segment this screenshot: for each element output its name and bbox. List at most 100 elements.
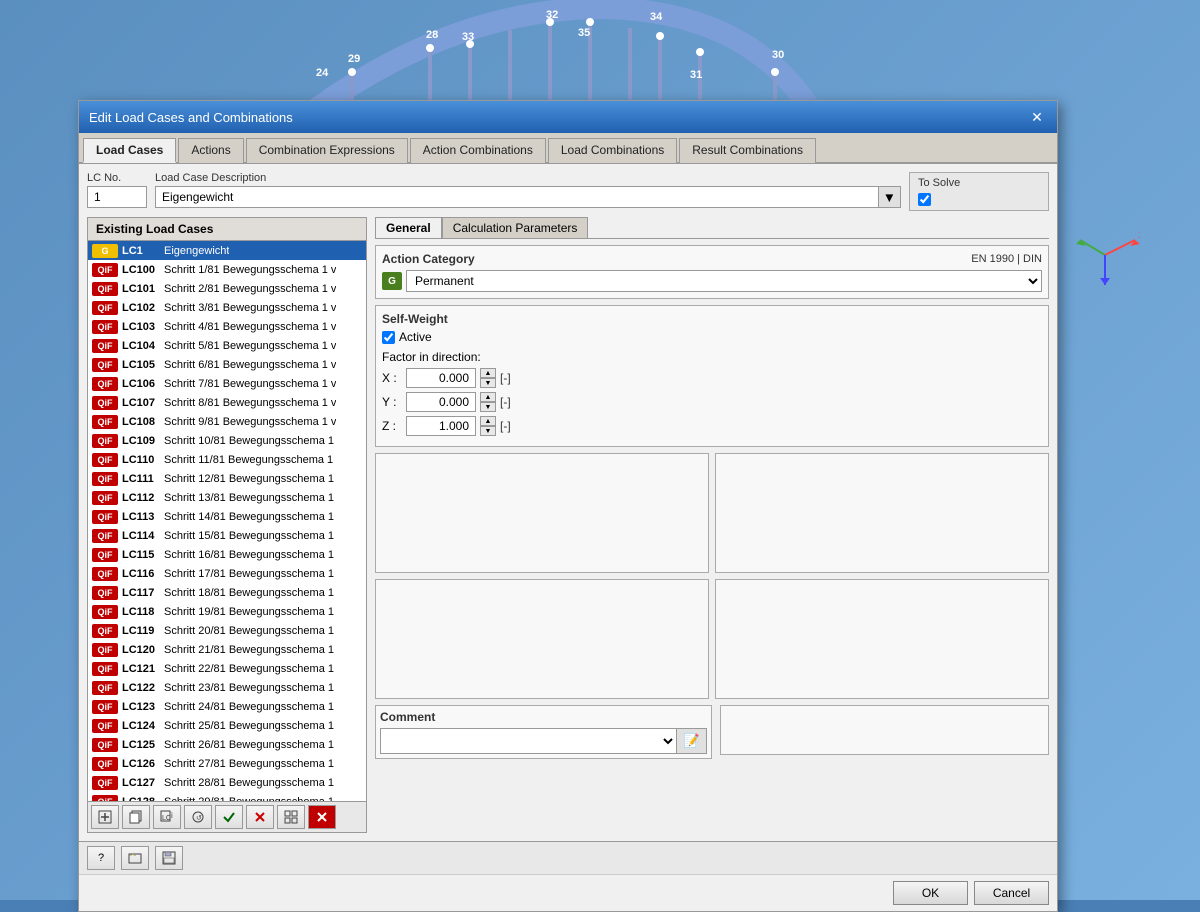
factor-x-up[interactable]: ▲	[480, 368, 496, 378]
list-item[interactable]: QiFLC103Schritt 4/81 Bewegungsschema 1 v	[88, 317, 366, 336]
svg-text:LC: LC	[162, 815, 171, 822]
delete-button[interactable]	[308, 805, 336, 829]
desc-label: Load Case Description	[155, 172, 901, 184]
list-scroll[interactable]: GLC1EigengewichtQiFLC100Schritt 1/81 Bew…	[88, 241, 366, 801]
list-item[interactable]: QiFLC114Schritt 15/81 Bewegungsschema 1	[88, 526, 366, 545]
list-item[interactable]: QiFLC113Schritt 14/81 Bewegungsschema 1	[88, 507, 366, 526]
copy-button[interactable]	[122, 805, 150, 829]
ok-button[interactable]: OK	[893, 881, 968, 905]
tabs-bar: Load Cases Actions Combination Expressio…	[79, 133, 1057, 164]
open-button[interactable]	[121, 846, 149, 870]
factor-z-label: Z :	[382, 419, 402, 433]
list-item[interactable]: QiFLC109Schritt 10/81 Bewegungsschema 1	[88, 431, 366, 450]
list-item[interactable]: QiFLC111Schritt 12/81 Bewegungsschema 1	[88, 469, 366, 488]
self-weight-checkbox[interactable]	[382, 331, 395, 344]
factor-z-input[interactable]	[406, 416, 476, 436]
factor-x-spinner[interactable]: ▲ ▼	[480, 368, 496, 388]
list-item[interactable]: QiFLC106Schritt 7/81 Bewegungsschema 1 v	[88, 374, 366, 393]
list-item[interactable]: QiFLC118Schritt 19/81 Bewegungsschema 1	[88, 602, 366, 621]
svg-text:i: i	[171, 811, 173, 820]
list-item[interactable]: QiFLC116Schritt 17/81 Bewegungsschema 1	[88, 564, 366, 583]
comment-row: Comment 📝	[375, 705, 1049, 759]
list-toolbar: LCi ↺	[88, 801, 366, 832]
factor-x-label: X :	[382, 371, 402, 385]
list-item[interactable]: QiFLC100Schritt 1/81 Bewegungsschema 1 v	[88, 260, 366, 279]
list-item[interactable]: QiFLC126Schritt 27/81 Bewegungsschema 1	[88, 754, 366, 773]
list-item[interactable]: QiFLC122Schritt 23/81 Bewegungsschema 1	[88, 678, 366, 697]
factor-z-up[interactable]: ▲	[480, 416, 496, 426]
action-category-title-row: Action Category EN 1990 | DIN	[382, 252, 1042, 266]
list-item[interactable]: QiFLC101Schritt 2/81 Bewegungsschema 1 v	[88, 279, 366, 298]
comment-select[interactable]	[380, 728, 677, 754]
svg-text:34: 34	[650, 11, 663, 23]
factor-y-input[interactable]	[406, 392, 476, 412]
desc-input[interactable]	[155, 186, 879, 208]
load-cases-list-panel: Existing Load Cases GLC1EigengewichtQiFL…	[87, 217, 367, 833]
factor-y-down[interactable]: ▼	[480, 402, 496, 412]
tab-load-cases[interactable]: Load Cases	[83, 138, 176, 163]
factor-y-up[interactable]: ▲	[480, 392, 496, 402]
factor-y-spinner[interactable]: ▲ ▼	[480, 392, 496, 412]
action-category-label: Action Category	[382, 252, 475, 266]
dialog-footer: OK Cancel	[79, 874, 1057, 911]
uncheck-button[interactable]	[246, 805, 274, 829]
inner-tab-general[interactable]: General	[375, 217, 442, 238]
list-header: Existing Load Cases	[88, 218, 366, 241]
list-item[interactable]: QiFLC123Schritt 24/81 Bewegungsschema 1	[88, 697, 366, 716]
tab-result-combinations[interactable]: Result Combinations	[679, 138, 816, 163]
to-solve-group: To Solve	[909, 172, 1049, 211]
list-item[interactable]: QiFLC119Schritt 20/81 Bewegungsschema 1	[88, 621, 366, 640]
desc-dropdown-button[interactable]: ▼	[879, 186, 901, 208]
import-button[interactable]: LCi	[153, 805, 181, 829]
self-weight-active-row: Active	[382, 330, 1042, 344]
list-item[interactable]: QiFLC128Schritt 29/81 Bewegungsschema 1	[88, 792, 366, 801]
list-item[interactable]: GLC1Eigengewicht	[88, 241, 366, 260]
comment-box: Comment 📝	[375, 705, 712, 759]
tab-actions[interactable]: Actions	[178, 138, 243, 163]
list-item[interactable]: QiFLC121Schritt 22/81 Bewegungsschema 1	[88, 659, 366, 678]
list-item[interactable]: QiFLC124Schritt 25/81 Bewegungsschema 1	[88, 716, 366, 735]
list-item[interactable]: QiFLC102Schritt 3/81 Bewegungsschema 1 v	[88, 298, 366, 317]
to-solve-inner	[918, 193, 1040, 206]
list-item[interactable]: QiFLC120Schritt 21/81 Bewegungsschema 1	[88, 640, 366, 659]
list-item[interactable]: QiFLC125Schritt 26/81 Bewegungsschema 1	[88, 735, 366, 754]
cancel-button[interactable]: Cancel	[974, 881, 1049, 905]
factor-x-down[interactable]: ▼	[480, 378, 496, 388]
bottom-toolbar: ?	[79, 841, 1057, 874]
to-solve-checkbox[interactable]	[918, 193, 931, 206]
lc-no-label: LC No.	[87, 172, 147, 184]
grid-button[interactable]	[277, 805, 305, 829]
save-button[interactable]	[155, 846, 183, 870]
factor-x-input[interactable]	[406, 368, 476, 388]
list-item[interactable]: QiFLC105Schritt 6/81 Bewegungsschema 1 v	[88, 355, 366, 374]
list-item[interactable]: QiFLC107Schritt 8/81 Bewegungsschema 1 v	[88, 393, 366, 412]
help-button[interactable]: ?	[87, 846, 115, 870]
list-item[interactable]: QiFLC104Schritt 5/81 Bewegungsschema 1 v	[88, 336, 366, 355]
list-item[interactable]: QiFLC112Schritt 13/81 Bewegungsschema 1	[88, 488, 366, 507]
list-item[interactable]: QiFLC127Schritt 28/81 Bewegungsschema 1	[88, 773, 366, 792]
list-item[interactable]: QiFLC117Schritt 18/81 Bewegungsschema 1	[88, 583, 366, 602]
factor-z-spinner[interactable]: ▲ ▼	[480, 416, 496, 436]
svg-text:29: 29	[348, 53, 360, 65]
factor-x-row: X : ▲ ▼ [-]	[382, 368, 1042, 388]
check-button[interactable]	[215, 805, 243, 829]
close-button[interactable]: ✕	[1027, 107, 1047, 127]
new-lc-button[interactable]	[91, 805, 119, 829]
dialog-body: LC No. Load Case Description ▼ To Solve	[79, 164, 1057, 841]
svg-text:↺: ↺	[196, 815, 202, 822]
action-category-select[interactable]: Permanent Variable	[406, 270, 1042, 292]
tab-combination-expressions[interactable]: Combination Expressions	[246, 138, 408, 163]
list-item[interactable]: QiFLC110Schritt 11/81 Bewegungsschema 1	[88, 450, 366, 469]
factor-z-down[interactable]: ▼	[480, 426, 496, 436]
tool4-button[interactable]: ↺	[184, 805, 212, 829]
tab-action-combinations[interactable]: Action Combinations	[410, 138, 546, 163]
list-item[interactable]: QiFLC108Schritt 9/81 Bewegungsschema 1 v	[88, 412, 366, 431]
factor-y-label: Y :	[382, 395, 402, 409]
inner-tab-calc-params[interactable]: Calculation Parameters	[442, 217, 589, 238]
desc-input-row: ▼	[155, 186, 901, 208]
lc-no-input[interactable]	[87, 186, 147, 208]
factor-z-unit: [-]	[500, 419, 511, 433]
tab-load-combinations[interactable]: Load Combinations	[548, 138, 677, 163]
comment-button[interactable]: 📝	[677, 728, 707, 754]
list-item[interactable]: QiFLC115Schritt 16/81 Bewegungsschema 1	[88, 545, 366, 564]
